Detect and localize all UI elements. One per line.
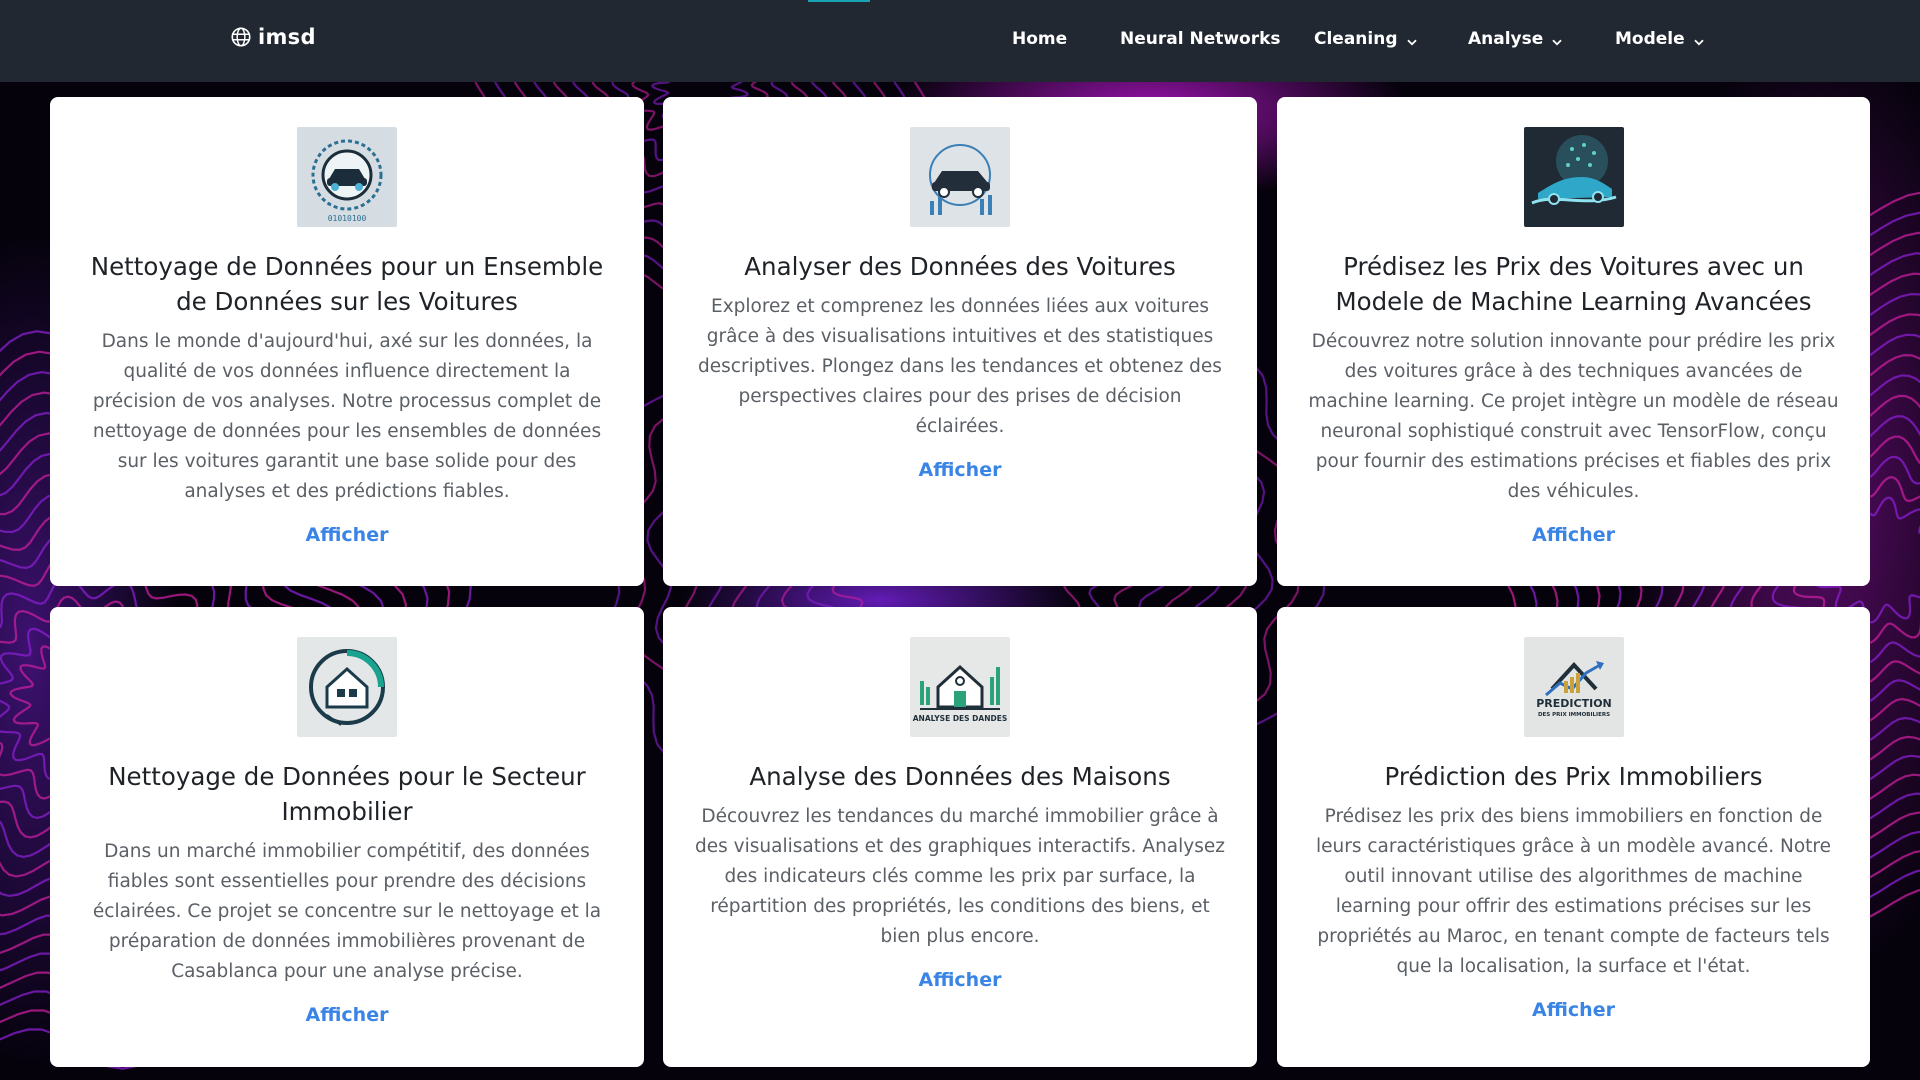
nav-cleaning-label: Cleaning: [1314, 29, 1398, 49]
card-description: Explorez et comprenez les données liées …: [698, 296, 1222, 437]
card-description: Découvrez les tendances du marché immobi…: [695, 806, 1225, 947]
card-description: Dans le monde d'aujourd'hui, axé sur les…: [92, 331, 602, 502]
card-description: Découvrez notre solution innovante pour …: [1308, 331, 1839, 502]
card-description: Dans un marché immobilier compétitif, de…: [92, 841, 602, 982]
card-real-estate-cleaning: Nettoyage de Données pour le Secteur Imm…: [50, 607, 644, 1067]
house-prediction-image-subtext: DES PRIX IMMOBILIERS: [1537, 712, 1609, 718]
card-title: Prédisez les Prix des Voitures avec un M…: [1335, 252, 1812, 316]
afficher-link[interactable]: Afficher: [1532, 524, 1615, 546]
afficher-link[interactable]: Afficher: [306, 524, 389, 546]
card-title: Analyser des Données des Voitures: [744, 252, 1176, 281]
nav-cleaning-dropdown[interactable]: Cleaning: [1314, 29, 1417, 49]
house-cleaning-icon: [297, 637, 397, 737]
card-title: Nettoyage de Données pour le Secteur Imm…: [108, 762, 586, 826]
afficher-link[interactable]: Afficher: [919, 969, 1002, 991]
nav-neural-networks[interactable]: Neural Networks: [1120, 29, 1281, 49]
house-prediction-image-text: PREDICTION: [1536, 697, 1612, 710]
card-house-data-analysis: ANALYSE DES DANDES Analyse des Données d…: [663, 607, 1257, 1067]
afficher-link[interactable]: Afficher: [919, 459, 1002, 481]
card-title: Analyse des Données des Maisons: [749, 762, 1171, 791]
card-description: Prédisez les prix des biens immobiliers …: [1316, 806, 1831, 977]
house-analysis-image-text: ANALYSE DES DANDES: [913, 714, 1007, 723]
nav-modele-label: Modele: [1615, 29, 1685, 49]
chevron-down-icon: [1694, 39, 1704, 45]
card-car-price-prediction: Prédisez les Prix des Voitures avec un M…: [1277, 97, 1870, 586]
chevron-down-icon: [1552, 39, 1562, 45]
nav-menu: Home Neural Networks Cleaning Analyse Mo…: [0, 0, 1920, 82]
nav-neural-networks-label: Neural Networks: [1120, 29, 1281, 49]
car-prediction-icon: [1523, 127, 1624, 227]
svg-text:01010100: 01010100: [328, 214, 367, 223]
chevron-down-icon: [1406, 39, 1417, 45]
house-analysis-icon: ANALYSE DES DANDES: [910, 637, 1010, 737]
nav-analyse-dropdown[interactable]: Analyse: [1468, 29, 1562, 49]
card-title: Nettoyage de Données pour un Ensemble de…: [90, 252, 604, 316]
card-car-data-analysis: Analyser des Données des Voitures Explor…: [663, 97, 1257, 586]
nav-modele-dropdown[interactable]: Modele: [1615, 29, 1704, 49]
nav-analyse-label: Analyse: [1468, 29, 1544, 49]
nav-home[interactable]: Home: [1012, 29, 1067, 49]
car-analysis-icon: [910, 127, 1010, 227]
top-navbar: imsd Home Neural Networks Cleaning Analy…: [0, 0, 1920, 82]
nav-home-label: Home: [1012, 29, 1068, 49]
card-title: Prédiction des Prix Immobiliers: [1384, 762, 1763, 791]
house-prediction-icon: PREDICTION DES PRIX IMMOBILIERS: [1523, 637, 1624, 737]
card-car-data-cleaning: 01010100 Nettoyage de Données pour un En…: [50, 97, 644, 586]
afficher-link[interactable]: Afficher: [306, 1004, 389, 1026]
car-cleaning-icon: 01010100: [297, 127, 397, 227]
card-real-estate-price-prediction: PREDICTION DES PRIX IMMOBILIERS Prédicti…: [1277, 607, 1870, 1067]
afficher-link[interactable]: Afficher: [1532, 999, 1615, 1021]
